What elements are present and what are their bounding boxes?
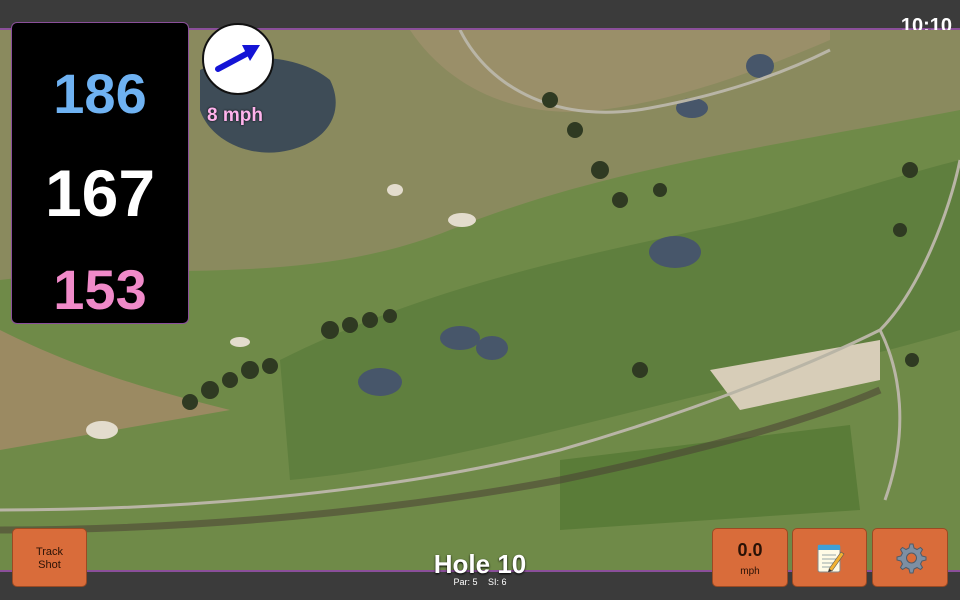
notes-button[interactable]: [792, 528, 867, 587]
wind-indicator: [202, 23, 274, 95]
settings-button[interactable]: [872, 528, 948, 587]
notepad-icon: [817, 544, 844, 572]
track-shot-button[interactable]: Track Shot: [12, 528, 87, 587]
yardage-panel: 186 167 153: [11, 22, 189, 324]
speed-value: 0.0: [737, 540, 763, 560]
par-label: Par: 5: [453, 577, 478, 587]
hole-title: Hole 10: [433, 549, 527, 579]
speed-button[interactable]: 0.0 mph: [712, 528, 788, 587]
middle-yardage: 167: [44, 156, 156, 230]
speed-unit: mph: [740, 566, 760, 577]
back-yardage: 186: [53, 62, 147, 125]
track-shot-label: Track Shot: [35, 546, 64, 571]
gear-icon: [896, 543, 927, 573]
hole-info: Par: 5 SI: 6: [380, 577, 580, 587]
stroke-index-label: SI: 6: [488, 577, 507, 587]
wind-speed: 8 mph: [207, 105, 263, 126]
arrow-northeast-icon: [215, 45, 260, 72]
front-yardage: 153: [53, 258, 147, 321]
